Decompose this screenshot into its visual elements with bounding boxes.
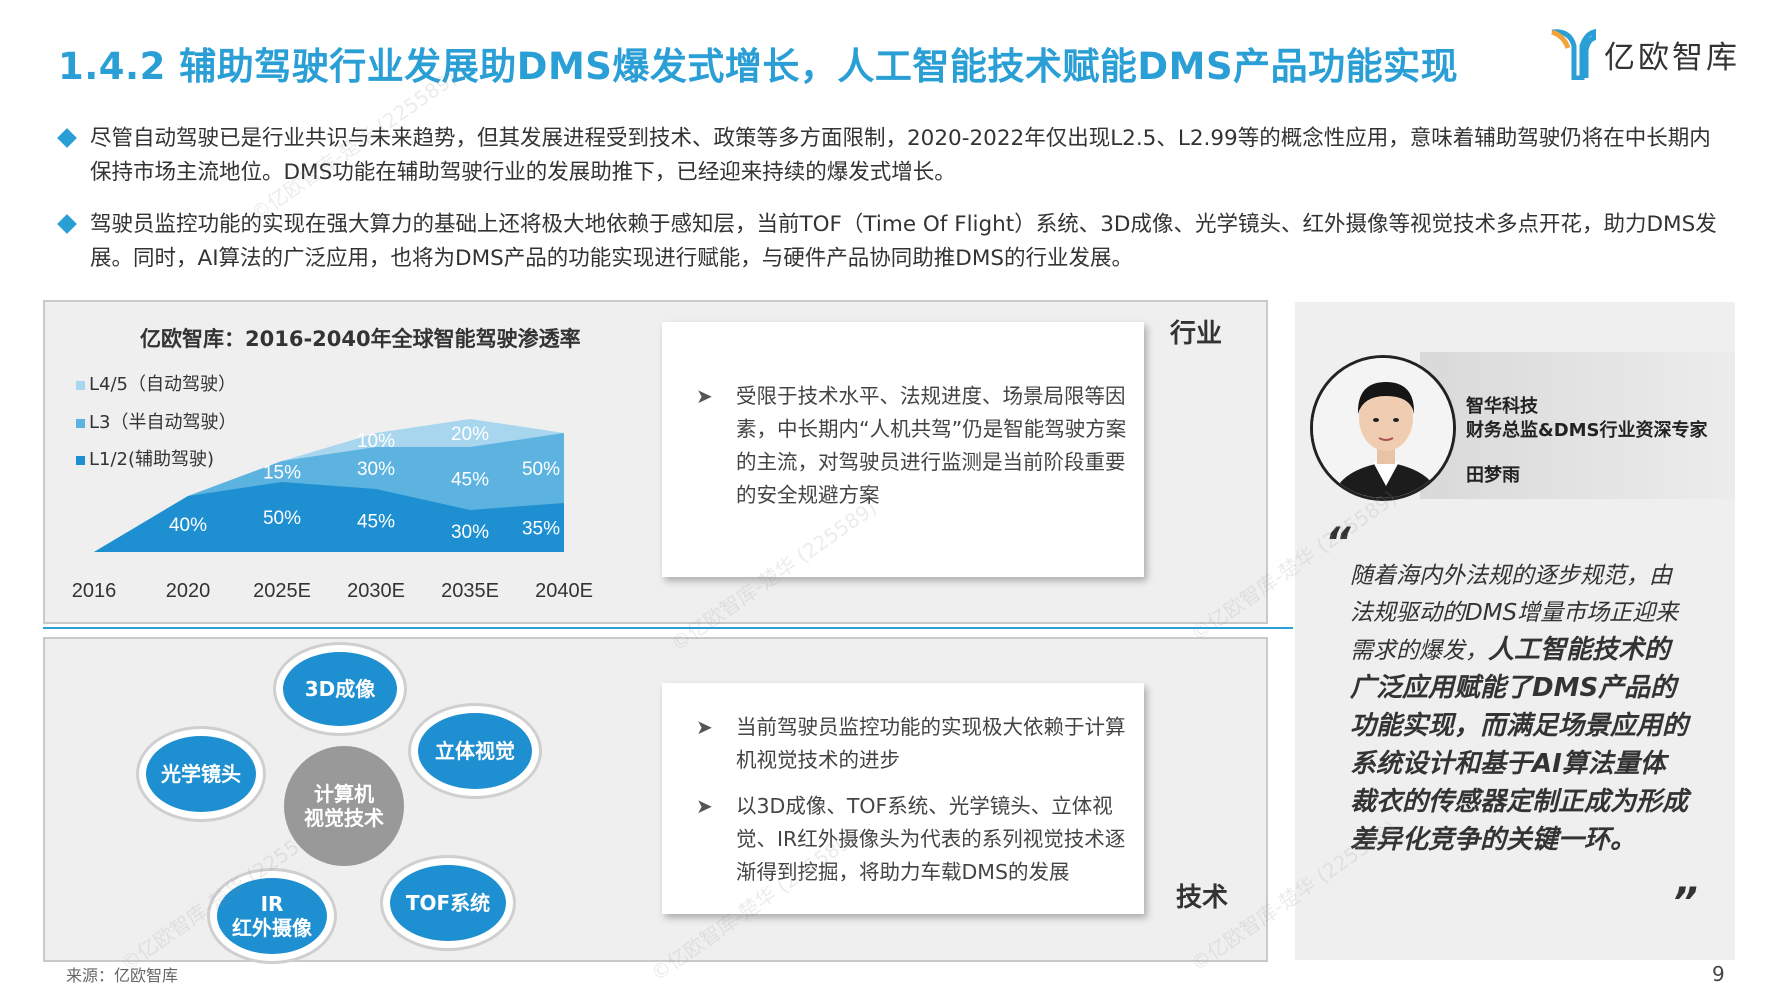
bullet-text: 驾驶员监控功能的实现在强大算力的基础上还将极大地依赖于感知层，当前TOF（Tim… xyxy=(90,212,1717,271)
data-label: 20% xyxy=(451,424,489,445)
technology-point-text: 以3D成像、TOF系统、光学镜头、立体视觉、IR红外摄像头为代表的系列视觉技术逐… xyxy=(736,794,1126,884)
expert-company: 智华科技 xyxy=(1466,396,1538,417)
page-number: 9 xyxy=(1712,962,1725,986)
data-label: 30% xyxy=(451,522,489,543)
chart-title: 亿欧智库：2016-2040年全球智能驾驶渗透率 xyxy=(140,327,581,351)
penetration-area-chart: 40% 50% 45% 30% 35% 15% 30% 45% 50% 10% 20% 2016 202… xyxy=(72,419,593,602)
center-line-2: 视觉技术 xyxy=(304,806,384,830)
open-quote-mark: “ xyxy=(1325,520,1351,566)
expert-quote: 随着海内外法规的逐步规范，由法规驱动的DMS增量市场正迎来需求的爆发，人工智能技… xyxy=(1350,558,1690,860)
quote-bold: 人工智能技术的广泛应用赋能了DMS产品的功能实现，而满足场景应用的系统设计和基于… xyxy=(1350,635,1689,855)
expert-avatar xyxy=(1310,355,1456,501)
bubble-tof: TOF系统 xyxy=(390,865,506,941)
person-icon xyxy=(1313,358,1453,498)
x-tick-label: 2025E xyxy=(253,580,311,602)
bubble-stereo-vision: 立体视觉 xyxy=(418,713,532,789)
data-label: 45% xyxy=(451,470,489,491)
diamond-icon xyxy=(57,214,77,234)
x-tick-label: 2035E xyxy=(441,580,499,602)
expert-role: 财务总监&DMS行业资深专家 xyxy=(1466,420,1708,441)
logo: 亿欧智库 xyxy=(1550,26,1740,82)
data-label: 35% xyxy=(522,519,560,540)
computer-vision-center: 计算机 视觉技术 xyxy=(284,746,404,866)
data-label: 15% xyxy=(263,463,301,484)
bubble-ir-camera: IR 红外摄像 xyxy=(217,878,327,954)
bubble-3d-imaging: 3D成像 xyxy=(283,652,397,726)
data-label: 45% xyxy=(357,512,395,533)
diamond-icon xyxy=(57,128,77,148)
technology-point-2: ➤ 以3D成像、TOF系统、光学镜头、立体视觉、IR红外摄像头为代表的系列视觉技… xyxy=(696,790,1128,889)
arrow-icon: ➤ xyxy=(696,794,713,818)
industry-card: ➤ 受限于技术水平、法规进度、场景局限等因素，中长期内“人机共驾”仍是智能驾驶方… xyxy=(662,322,1144,577)
x-tick-label: 2020 xyxy=(166,580,211,602)
center-line-1: 计算机 xyxy=(314,782,374,806)
ir-line-1: IR xyxy=(260,892,284,916)
bullet-text: 尽管自动驾驶已是行业共识与未来趋势，但其发展进程受到技术、政策等多方面限制，20… xyxy=(90,126,1711,185)
technology-card: ➤ 当前驾驶员监控功能的实现极大依赖于计算机视觉技术的进步 ➤ 以3D成像、TO… xyxy=(662,683,1144,914)
data-label: 10% xyxy=(357,431,395,452)
bubble-optical-lens: 光学镜头 xyxy=(146,736,256,812)
page-title: 1.4.2 辅助驾驶行业发展助DMS爆发式增长，人工智能技术赋能DMS产品功能实… xyxy=(58,45,1459,88)
technology-point-1: ➤ 当前驾驶员监控功能的实现极大依赖于计算机视觉技术的进步 xyxy=(696,711,1128,777)
technology-point-text: 当前驾驶员监控功能的实现极大依赖于计算机视觉技术的进步 xyxy=(736,715,1126,772)
industry-point: ➤ 受限于技术水平、法规进度、场景局限等因素，中长期内“人机共驾”仍是智能驾驶方… xyxy=(696,380,1128,512)
data-label: 50% xyxy=(263,508,301,529)
industry-point-text: 受限于技术水平、法规进度、场景局限等因素，中长期内“人机共驾”仍是智能驾驶方案的… xyxy=(736,384,1127,507)
logo-icon xyxy=(1551,28,1596,80)
divider xyxy=(43,627,1293,629)
ir-line-2: 红外摄像 xyxy=(232,916,312,940)
bullet-1: 尽管自动驾驶已是行业共识与未来趋势，但其发展进程受到技术、政策等多方面限制，20… xyxy=(57,122,1720,190)
arrow-icon: ➤ xyxy=(696,715,713,739)
bullet-2: 驾驶员监控功能的实现在强大算力的基础上还将极大地依赖于感知层，当前TOF（Tim… xyxy=(57,208,1720,276)
data-label: 30% xyxy=(357,459,395,480)
arrow-icon: ➤ xyxy=(696,384,713,408)
source-note: 来源：亿欧智库 xyxy=(66,966,179,985)
data-label: 50% xyxy=(522,459,560,480)
expert-name: 田梦雨 xyxy=(1466,465,1520,486)
x-tick-label: 2040E xyxy=(535,580,593,602)
x-tick-label: 2016 xyxy=(72,580,117,602)
close-quote-mark: ” xyxy=(1672,880,1698,926)
technology-tag: 技术 xyxy=(1176,883,1229,913)
industry-tag: 行业 xyxy=(1170,319,1223,349)
data-label: 40% xyxy=(169,515,207,536)
x-tick-label: 2030E xyxy=(347,580,405,602)
logo-text: 亿欧智库 xyxy=(1604,39,1740,76)
